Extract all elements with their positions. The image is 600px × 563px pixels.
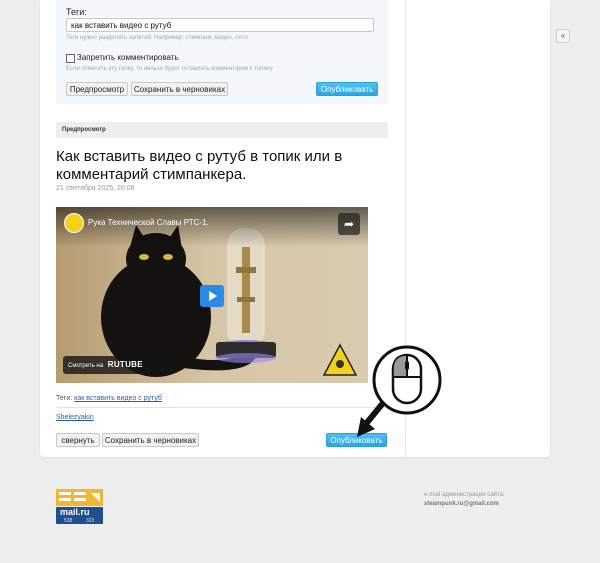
mailru-logo: mail.ru	[60, 507, 90, 517]
author-link[interactable]: Shelezyakin	[56, 414, 94, 421]
rutube-logo: RUTUBE	[107, 360, 143, 369]
mouse-click-icon	[357, 345, 442, 437]
watch-on-label: Смотреть на	[68, 363, 104, 369]
play-button[interactable]	[200, 285, 224, 307]
preview-tags: Теги: как вставить видео с рутуб	[56, 395, 162, 402]
publish-button[interactable]: Опубликовать	[316, 82, 378, 96]
tags-label: Теги:	[66, 7, 87, 17]
collapse-button[interactable]: свернуть	[56, 433, 100, 447]
mailru-count-a: 538	[64, 518, 73, 524]
save-draft-button[interactable]: Сохранить в черновиках	[131, 82, 228, 96]
email-address[interactable]: steampunk.ru@gmail.com	[424, 501, 499, 507]
tag-link[interactable]: как вставить видео с рутуб	[74, 395, 162, 402]
divider	[56, 407, 388, 408]
video-title[interactable]: Рука Технической Славы РТС-1.	[88, 218, 209, 227]
play-icon	[209, 291, 217, 301]
preview-save-draft-button[interactable]: Сохранить в черновиках	[102, 433, 199, 447]
watch-on-rutube-button[interactable]: Смотреть на RUTUBE	[63, 356, 167, 374]
no-comments-label: Запретить комментировать	[77, 53, 179, 62]
tags-input[interactable]: как вставить видео с рутуб	[66, 18, 374, 32]
site-counter-badge[interactable]	[56, 489, 103, 506]
channel-avatar[interactable]	[64, 213, 84, 233]
tags-prefix: Теги:	[56, 395, 73, 402]
preview-button[interactable]: Предпросмотр	[66, 82, 128, 96]
preview-title: Как вставить видео с рутуб в топик или в…	[56, 148, 343, 183]
scroll-to-top-button[interactable]: «	[556, 29, 570, 43]
preview-header: Предпросмотр	[56, 122, 388, 138]
no-comments-hint: Если отметить эту галку, то нельзя будет…	[66, 66, 273, 72]
preview-date: 21 сентября 2025, 20:08	[56, 185, 135, 192]
no-comments-checkbox[interactable]	[66, 54, 75, 63]
mailru-count-b: 323	[86, 518, 95, 524]
tags-hint: Теги нужно разделять запятой. Например: …	[66, 35, 249, 41]
rutube-video-player[interactable]: Рука Технической Славы РТС-1. ➦ Смотреть…	[56, 207, 368, 383]
share-icon[interactable]: ➦	[338, 213, 360, 235]
footer-contact: e-mail администрации сайта: steampunk.ru…	[424, 491, 505, 509]
mailru-counter[interactable]: mail.ru 538 323	[56, 507, 103, 524]
counter-badge-icon	[59, 492, 100, 502]
email-label: e-mail администрации сайта:	[424, 492, 505, 498]
